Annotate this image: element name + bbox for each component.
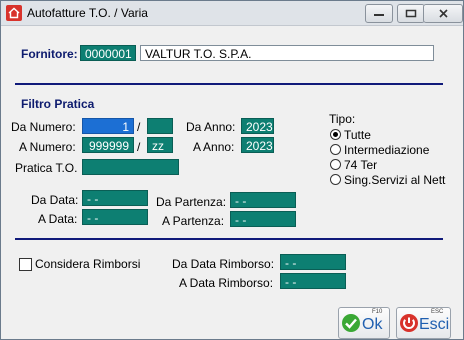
a-numero-label: A Numero:: [19, 140, 76, 154]
dialog-window: Autofatture T.O. / Varia Fornitore: 0000…: [0, 0, 464, 340]
ok-shortcut: F10: [372, 309, 383, 315]
app-home-icon: [6, 5, 22, 21]
da-data-label: Da Data:: [31, 193, 79, 207]
tipo-radio-74-ter[interactable]: [330, 159, 341, 170]
a-data-field[interactable]: - -: [82, 209, 148, 225]
title-bar: Autofatture T.O. / Varia: [1, 1, 463, 26]
pratica-to-label: Pratica T.O.: [15, 161, 78, 175]
considera-rimborsi-checkbox[interactable]: [19, 258, 32, 271]
ok-label: Ok: [362, 316, 383, 333]
a-data-label: A Data:: [38, 212, 78, 226]
fornitore-code-field[interactable]: 0000001: [80, 45, 136, 61]
a-partenza-field[interactable]: - -: [230, 211, 296, 227]
filtro-pratica-heading: Filtro Pratica: [21, 97, 95, 111]
a-numero-field[interactable]: 999999: [82, 137, 134, 153]
da-numero-field[interactable]: 1: [82, 118, 134, 134]
exit-icon: [400, 314, 418, 332]
da-numero-suffix-field[interactable]: [147, 118, 173, 134]
tipo-radio-sing-servizi[interactable]: [330, 174, 341, 185]
esci-shortcut: ESC: [431, 309, 444, 315]
da-data-rimborso-field[interactable]: - -: [280, 254, 346, 270]
a-numero-suffix-field[interactable]: zz: [147, 137, 173, 153]
a-data-rimborso-label: A Data Rimborso:: [179, 276, 274, 290]
a-anno-label: A Anno:: [193, 140, 235, 154]
a-partenza-label: A Partenza:: [162, 214, 225, 228]
divider-bottom: [15, 238, 443, 240]
esci-label: Esci: [419, 316, 450, 333]
maximize-button[interactable]: [397, 4, 425, 23]
minimize-button[interactable]: [365, 4, 393, 23]
da-partenza-field[interactable]: - -: [230, 192, 296, 208]
close-button[interactable]: [423, 4, 463, 23]
da-data-rimborso-label: Da Data Rimborso:: [172, 257, 275, 271]
esci-button[interactable]: ESC Esci: [396, 307, 451, 339]
fornitore-name-field[interactable]: VALTUR T.O. S.P.A.: [140, 45, 434, 61]
close-icon: [439, 9, 448, 18]
considera-rimborsi-label[interactable]: Considera Rimborsi: [35, 257, 140, 271]
tipo-option-sing-servizi[interactable]: Sing.Servizi al Nett: [344, 173, 445, 187]
divider-top: [15, 83, 443, 85]
ok-check-icon: [342, 314, 360, 332]
da-partenza-label: Da Partenza:: [156, 195, 227, 209]
minimize-icon: [374, 14, 384, 16]
da-anno-label: Da Anno:: [186, 120, 236, 134]
window-title: Autofatture T.O. / Varia: [27, 6, 148, 20]
tipo-radio-intermediazione[interactable]: [330, 144, 341, 155]
da-data-field[interactable]: - -: [82, 190, 148, 206]
da-numero-separator: /: [137, 120, 141, 134]
fornitore-label: Fornitore:: [21, 47, 78, 61]
maximize-icon: [405, 9, 417, 18]
a-numero-separator: /: [137, 140, 141, 154]
a-anno-field[interactable]: 2023: [241, 137, 274, 153]
a-data-rimborso-field[interactable]: - -: [280, 273, 346, 289]
tipo-option-intermediazione[interactable]: Intermediazione: [344, 143, 429, 157]
tipo-radio-tutte[interactable]: [330, 129, 341, 140]
tipo-option-tutte[interactable]: Tutte: [344, 128, 371, 142]
ok-button[interactable]: F10 Ok: [338, 307, 390, 339]
tipo-option-74-ter[interactable]: 74 Ter: [344, 158, 377, 172]
da-anno-field[interactable]: 2023: [241, 118, 274, 134]
pratica-to-field[interactable]: [82, 159, 179, 175]
tipo-label: Tipo:: [329, 112, 356, 126]
da-numero-label: Da Numero:: [11, 120, 76, 134]
